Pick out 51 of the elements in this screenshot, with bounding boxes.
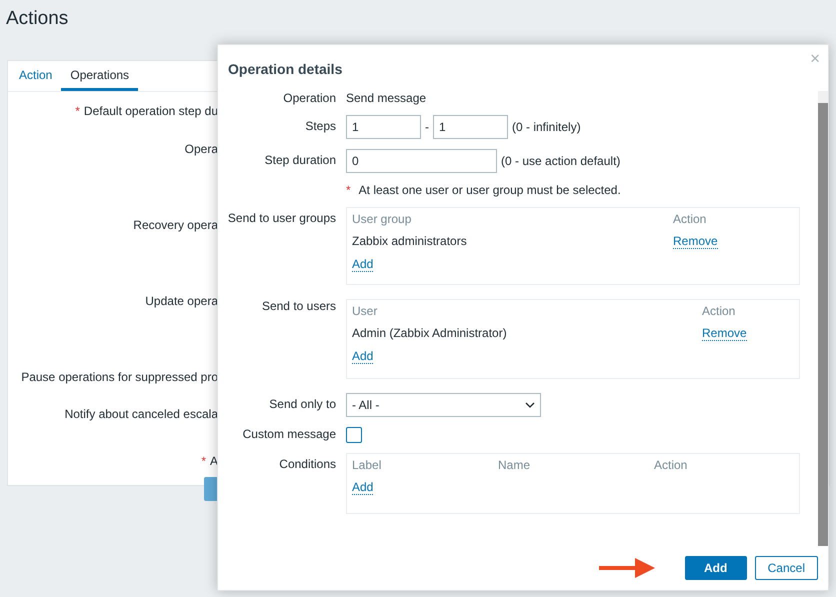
- label-text: Recovery opera: [133, 218, 218, 232]
- input-field[interactable]: 0: [346, 149, 497, 173]
- column-header: User: [352, 304, 378, 318]
- remove-link[interactable]: Remove: [673, 234, 718, 249]
- column-header: Action: [673, 212, 708, 226]
- field-label: Send only to: [268, 396, 336, 413]
- required-asterisk: *: [201, 454, 206, 468]
- field-label: Send to user groups: [226, 210, 336, 227]
- tab[interactable]: Action: [10, 61, 62, 91]
- input-field[interactable]: 1: [346, 115, 421, 139]
- cancel-button[interactable]: Cancel: [754, 556, 818, 580]
- column-header: Label: [352, 458, 382, 472]
- update-button[interactable]: [204, 477, 218, 501]
- add-link[interactable]: Add: [352, 349, 374, 364]
- hint-text: (0 - infinitely): [512, 120, 581, 134]
- label-text: Opera: [184, 142, 218, 156]
- input-field[interactable]: 1: [433, 115, 508, 139]
- arrow-drawing: [598, 556, 657, 580]
- required-asterisk: *: [346, 183, 351, 197]
- add-link[interactable]: Add: [352, 257, 374, 272]
- field-label: Custom message: [242, 427, 336, 443]
- field-label: Conditions: [278, 456, 336, 473]
- label-text: Notify about canceled escala: [64, 407, 218, 421]
- table-cell-text: Zabbix administrators: [352, 234, 468, 249]
- select-field[interactable]: - All -: [346, 393, 541, 417]
- dialog-title: Operation details: [227, 60, 344, 79]
- field-label: Step duration: [264, 152, 336, 169]
- label-text: Default operation step du: [84, 104, 218, 118]
- label-text: Update opera: [145, 294, 218, 308]
- checkbox[interactable]: [346, 427, 362, 443]
- column-header: Action: [654, 458, 688, 472]
- scrollbar[interactable]: [818, 91, 828, 546]
- label-text: Pause operations for suppressed pro: [21, 370, 218, 384]
- separator: -: [425, 120, 429, 134]
- tab[interactable]: Operations: [61, 61, 138, 91]
- remove-link[interactable]: Remove: [702, 326, 747, 341]
- add-button[interactable]: Add: [684, 556, 747, 580]
- hint-text: (0 - use action default): [501, 154, 620, 168]
- page-title: Actions: [5, 7, 70, 31]
- table-cell-text: Admin (Zabbix Administrator): [352, 326, 508, 341]
- column-header: Name: [498, 458, 532, 472]
- field-label: Operation: [282, 91, 336, 105]
- field-label: Steps: [304, 118, 336, 135]
- add-link[interactable]: Add: [352, 480, 374, 495]
- column-header: Action: [702, 304, 736, 318]
- chevron-icon: [525, 402, 535, 408]
- required-asterisk: *: [75, 104, 80, 118]
- operation-value: Send message: [346, 91, 428, 105]
- field-label: Send to users: [260, 298, 336, 315]
- column-header: User group: [352, 212, 412, 226]
- notice-text: At least one user or user group must be selected.: [358, 183, 621, 197]
